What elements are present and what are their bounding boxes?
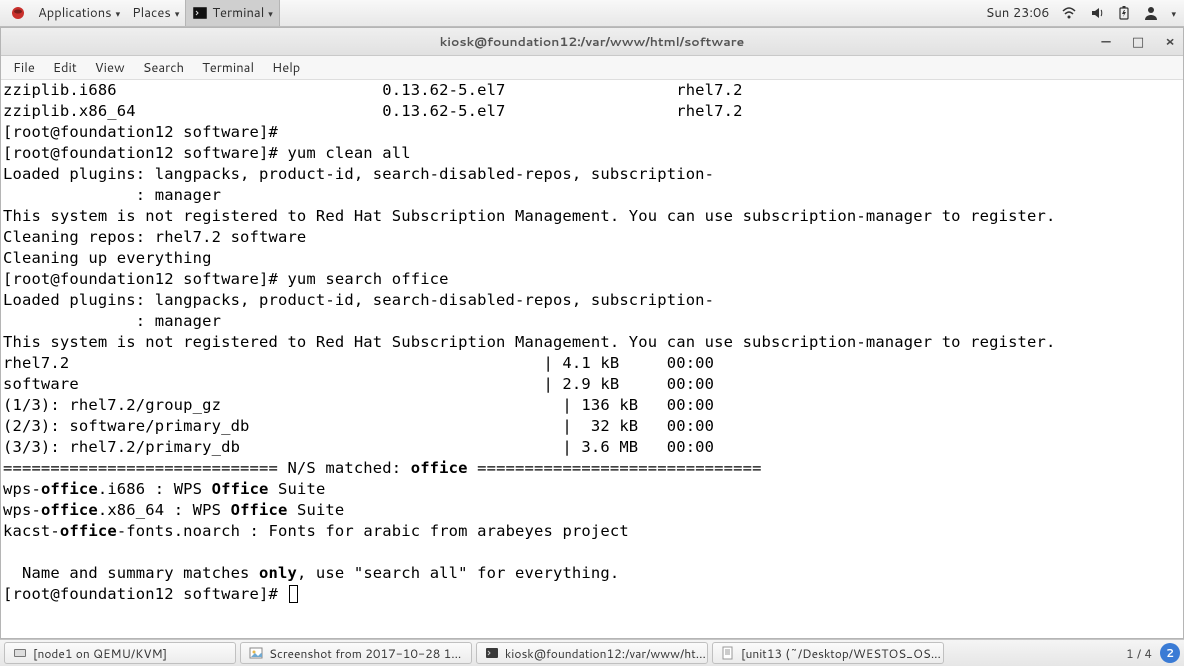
taskbar-button-gedit[interactable]: [unit13 (~/Desktop/WESTOS_OS... [712, 642, 944, 664]
maximize-button[interactable]: □ [1131, 33, 1145, 51]
applications-label: Applications [38, 4, 112, 22]
term-line: kacst- [3, 522, 60, 540]
redhat-logo [4, 0, 32, 26]
term-line: [root@foundation12 software]# yum clean … [3, 144, 411, 162]
term-line: This system is not registered to Red Hat… [3, 207, 1055, 225]
match-keyword: office [41, 480, 98, 498]
taskbar-label: [unit13 (~/Desktop/WESTOS_OS... [741, 645, 941, 662]
match-keyword: Office [212, 480, 269, 498]
battery-icon[interactable] [1117, 5, 1131, 21]
terminal-app-menu[interactable]: Terminal ▾ [185, 0, 279, 26]
term-line: -fonts.noarch : Fonts for arabic from ar… [117, 522, 629, 540]
term-line: .i686 : WPS [98, 480, 212, 498]
notification-badge[interactable]: 2 [1160, 643, 1180, 663]
taskbar-button-screenshot[interactable]: Screenshot from 2017-10-28 1... [240, 642, 472, 664]
wifi-icon[interactable] [1061, 5, 1077, 21]
term-line: Loaded plugins: langpacks, product-id, s… [3, 165, 714, 183]
redhat-icon [10, 5, 26, 21]
user-menu-icon[interactable] [1143, 5, 1159, 21]
image-icon [249, 646, 263, 660]
menu-terminal[interactable]: Terminal [194, 59, 262, 77]
term-line: software | 2.9 kB 00:00 [3, 375, 714, 393]
term-line: : manager [3, 312, 221, 330]
bold-only: only [259, 564, 297, 582]
term-line: : manager [3, 186, 221, 204]
taskbar-button-qemu[interactable]: [node1 on QEMU/KVM] [4, 642, 236, 664]
term-line: rhel7.2 | 4.1 kB 00:00 [3, 354, 714, 372]
cursor [289, 585, 298, 603]
term-line: (3/3): rhel7.2/primary_db | 3.6 MB 00:00 [3, 438, 714, 456]
menu-help[interactable]: Help [264, 59, 308, 77]
term-line: (1/3): rhel7.2/group_gz | 136 kB 00:00 [3, 396, 714, 414]
menubar: File Edit View Search Terminal Help [1, 56, 1183, 80]
applications-menu[interactable]: Applications ▾ [32, 0, 126, 26]
workspace-count[interactable]: 1 / 4 [1126, 645, 1152, 662]
gedit-icon [721, 646, 735, 660]
match-keyword: office [411, 459, 468, 477]
term-line: [root@foundation12 software]# [3, 123, 278, 141]
prompt-line: [root@foundation12 software]# [3, 585, 287, 603]
window-title: kiosk@foundation12:/var/www/html/softwar… [440, 33, 744, 51]
places-menu[interactable]: Places ▾ [126, 0, 185, 26]
chevron-down-icon: ▾ [175, 7, 180, 20]
kvm-icon [13, 646, 27, 660]
chevron-down-icon: ▾ [1171, 7, 1176, 20]
match-keyword: office [60, 522, 117, 540]
workspace-indicator: 1 / 4 2 [1126, 643, 1180, 663]
term-line: wps- [3, 501, 41, 519]
term-line: Name and summary matches [3, 564, 259, 582]
term-line: ============================== [468, 459, 762, 477]
terminal-icon [485, 646, 499, 660]
chevron-down-icon: ▾ [116, 7, 121, 20]
term-line: Cleaning up everything [3, 249, 212, 267]
taskbar-label: kiosk@foundation12:/var/www/ht... [505, 645, 706, 662]
term-line: [root@foundation12 software]# yum search… [3, 270, 449, 288]
chevron-down-icon: ▾ [268, 7, 273, 20]
term-line: Loaded plugins: langpacks, product-id, s… [3, 291, 714, 309]
terminal-label: Terminal [212, 4, 264, 22]
terminal-output[interactable]: zziplib.i686 0.13.62-5.el7 rhel7.2 zzipl… [1, 80, 1183, 638]
term-line: .x86_64 : WPS [98, 501, 231, 519]
window-controls: — □ × [1099, 33, 1177, 51]
term-line: (2/3): software/primary_db | 32 kB 00:00 [3, 417, 714, 435]
top-panel-right: Sun 23:06 ▾ [986, 4, 1180, 22]
term-line: zziplib.i686 0.13.62-5.el7 rhel7.2 [3, 81, 743, 99]
places-label: Places [132, 4, 171, 22]
term-line: wps- [3, 480, 41, 498]
taskbar-label: [node1 on QEMU/KVM] [33, 645, 167, 662]
window-titlebar[interactable]: kiosk@foundation12:/var/www/html/softwar… [1, 28, 1183, 56]
bottom-panel: [node1 on QEMU/KVM] Screenshot from 2017… [0, 639, 1184, 666]
term-line: Suite [288, 501, 345, 519]
terminal-icon [192, 5, 208, 21]
term-line: , use "search all" for everything. [297, 564, 619, 582]
menu-search[interactable]: Search [135, 59, 192, 77]
menu-view[interactable]: View [87, 59, 133, 77]
term-line: ============================= N/S matche… [3, 459, 411, 477]
match-keyword: Office [231, 501, 288, 519]
term-line: Suite [269, 480, 326, 498]
taskbar-label: Screenshot from 2017-10-28 1... [269, 645, 461, 662]
term-line: Cleaning repos: rhel7.2 software [3, 228, 306, 246]
close-button[interactable]: × [1163, 33, 1177, 51]
term-line: zziplib.x86_64 0.13.62-5.el7 rhel7.2 [3, 102, 743, 120]
menu-file[interactable]: File [5, 59, 43, 77]
term-line: This system is not registered to Red Hat… [3, 333, 1055, 351]
taskbar-button-terminal[interactable]: kiosk@foundation12:/var/www/ht... [476, 642, 708, 664]
top-panel: Applications ▾ Places ▾ Terminal ▾ Sun 2… [0, 0, 1184, 27]
badge-count: 2 [1166, 645, 1174, 661]
menu-edit[interactable]: Edit [45, 59, 85, 77]
terminal-window: kiosk@foundation12:/var/www/html/softwar… [0, 27, 1184, 639]
minimize-button[interactable]: — [1099, 33, 1113, 51]
match-keyword: office [41, 501, 98, 519]
sound-icon[interactable] [1089, 5, 1105, 21]
clock[interactable]: Sun 23:06 [986, 4, 1050, 22]
